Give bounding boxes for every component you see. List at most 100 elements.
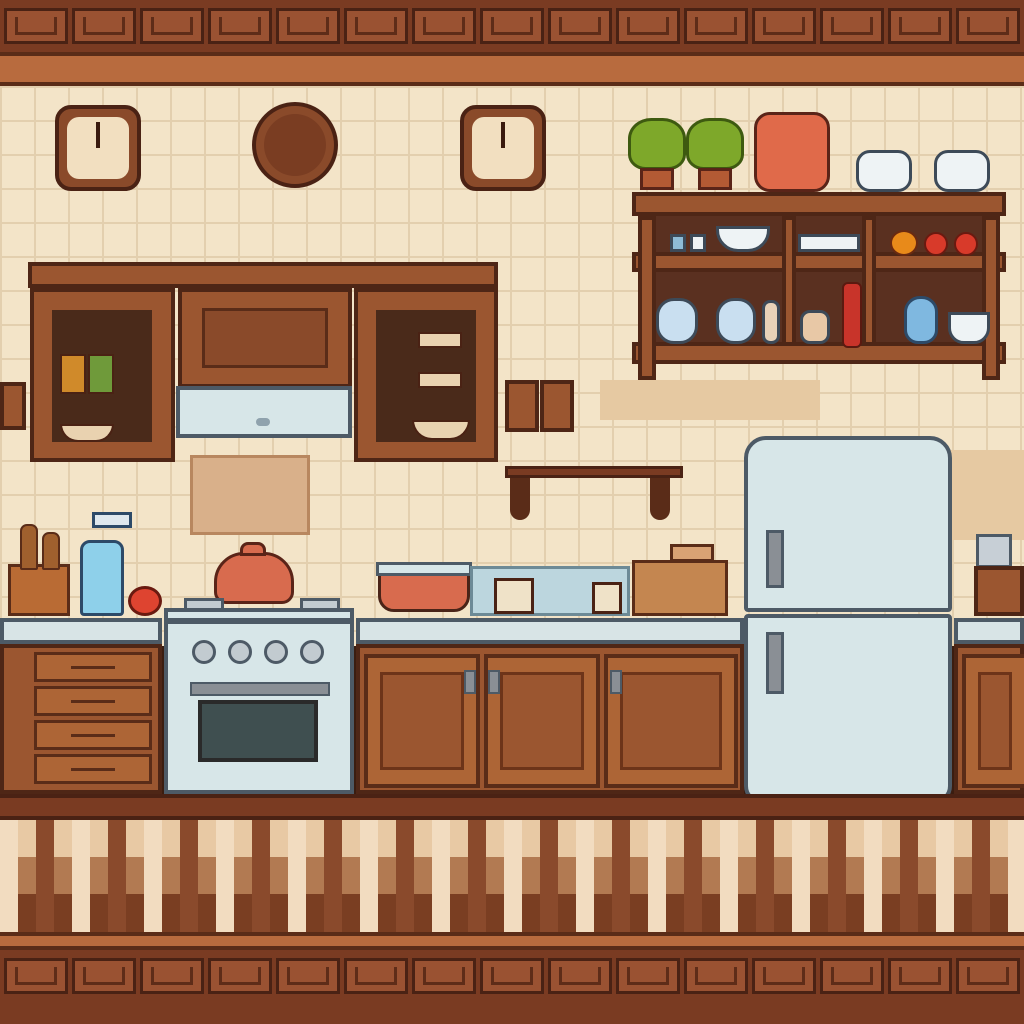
- cabinet-right-open[interactable]: [354, 288, 498, 462]
- orange-icon: [890, 230, 918, 256]
- cabinet-handle[interactable]: [610, 670, 622, 694]
- meander-tile: [208, 8, 272, 44]
- oven-window: [198, 700, 318, 762]
- wall-outlet[interactable]: [0, 382, 26, 430]
- cabinet-door[interactable]: [364, 654, 480, 788]
- meander-tile: [888, 8, 952, 44]
- countertop-right: [954, 618, 1024, 644]
- vase-icon: [904, 296, 938, 344]
- refrigerator-main-door[interactable]: [744, 614, 952, 804]
- cabinet-handle[interactable]: [464, 670, 476, 694]
- baseboard: [0, 794, 1024, 820]
- stove-knob[interactable]: [192, 640, 216, 664]
- meander-tile: [276, 958, 340, 994]
- checkered-floor: [0, 820, 1024, 932]
- meander-tile: [752, 958, 816, 994]
- plates-icon: [418, 372, 462, 388]
- drawer[interactable]: [34, 720, 152, 750]
- wall-patch: [600, 380, 820, 420]
- tomato-pot-icon: [754, 112, 830, 192]
- meander-tile: [616, 8, 680, 44]
- spray-bottle-icon: [80, 540, 124, 616]
- cabinet-door[interactable]: [604, 654, 738, 788]
- plates-icon: [418, 332, 462, 348]
- cabinet-middle-closed[interactable]: [178, 288, 352, 388]
- meander-tile: [72, 8, 136, 44]
- clock-icon: [460, 105, 546, 191]
- jar-icon: [88, 354, 114, 394]
- wooden-spoon-icon: [42, 532, 60, 570]
- refrigerator-freezer-door[interactable]: [744, 436, 952, 612]
- clock-icon: [55, 105, 141, 191]
- meander-tile: [820, 958, 884, 994]
- meander-tile: [752, 8, 816, 44]
- apple-icon: [128, 586, 162, 616]
- shelf-board-top: [632, 192, 1006, 216]
- cabinet-top-trim: [28, 262, 498, 288]
- meander-tile: [140, 8, 204, 44]
- range-hood: [176, 386, 352, 438]
- meander-tile: [548, 8, 612, 44]
- meander-tile: [412, 958, 476, 994]
- meander-tile: [684, 8, 748, 44]
- drawer[interactable]: [34, 652, 152, 682]
- bottle-icon: [762, 300, 780, 344]
- lower-cabinet-right: [954, 644, 1024, 794]
- clock-icon: [252, 102, 338, 188]
- lower-cabinet-middle: [356, 644, 744, 794]
- meander-tile: [820, 8, 884, 44]
- stove-knob[interactable]: [228, 640, 252, 664]
- stove-oven[interactable]: [164, 620, 354, 794]
- meander-tile: [412, 8, 476, 44]
- shelf-post: [862, 216, 876, 346]
- kettle-icon: [214, 552, 294, 604]
- mug-icon: [494, 578, 534, 614]
- meander-tile: [956, 8, 1020, 44]
- light-switch[interactable]: [505, 380, 539, 432]
- meander-tile: [4, 958, 68, 994]
- apple-icon: [954, 232, 978, 256]
- bowl-icon: [934, 150, 990, 192]
- utensil-rail: [505, 466, 683, 478]
- jug-icon: [800, 310, 830, 344]
- plates-icon: [798, 234, 860, 252]
- oven-handle[interactable]: [190, 682, 330, 696]
- meander-tile: [480, 958, 544, 994]
- light-switch[interactable]: [540, 380, 574, 432]
- stove-knob[interactable]: [300, 640, 324, 664]
- bottom-trim: [0, 932, 1024, 950]
- drawer[interactable]: [34, 754, 152, 784]
- bottle-icon: [842, 282, 862, 348]
- stove-knob[interactable]: [264, 640, 288, 664]
- cabinet-door[interactable]: [484, 654, 600, 788]
- meander-tile: [140, 958, 204, 994]
- spray-nozzle: [92, 512, 132, 528]
- toaster-top: [670, 544, 714, 562]
- mug-icon: [592, 582, 622, 614]
- drawer[interactable]: [34, 686, 152, 716]
- brick-patch: [190, 455, 310, 535]
- meander-tile: [548, 958, 612, 994]
- ladle-icon: [650, 478, 670, 520]
- meander-tile: [344, 8, 408, 44]
- kitchen-scene: [0, 0, 1024, 1024]
- cabinet-door[interactable]: [962, 654, 1024, 788]
- utensil-holder-icon: [8, 564, 70, 616]
- cabinet-left-open[interactable]: [30, 288, 175, 462]
- teacup-icon: [948, 312, 990, 344]
- meander-tile: [616, 958, 680, 994]
- wooden-spoon-icon: [20, 524, 38, 570]
- kettle-lid: [240, 542, 266, 556]
- top-trim: [0, 52, 1024, 86]
- cup-icon: [670, 234, 686, 252]
- meander-tile: [276, 8, 340, 44]
- meander-tile: [888, 958, 952, 994]
- ladle-icon: [510, 478, 530, 520]
- fridge-handle[interactable]: [766, 632, 784, 694]
- fridge-handle[interactable]: [766, 530, 784, 588]
- cabinet-handle[interactable]: [488, 670, 500, 694]
- apple-icon: [924, 232, 948, 256]
- saucepan-lid: [376, 562, 472, 576]
- meander-tile: [480, 8, 544, 44]
- meander-tile: [208, 958, 272, 994]
